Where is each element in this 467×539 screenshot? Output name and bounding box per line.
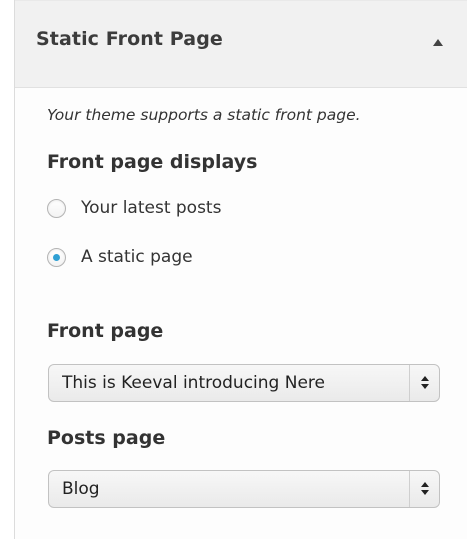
front-page-label: Front page [47, 320, 164, 342]
posts-page-select-value: Blog [62, 479, 100, 499]
radio-latest-posts-label[interactable]: Your latest posts [81, 198, 221, 218]
radio-static-page-icon[interactable] [47, 247, 66, 267]
collapse-arrow-icon[interactable] [433, 39, 443, 46]
radio-latest-posts-icon[interactable] [47, 198, 66, 218]
radio-option-latest-posts[interactable]: Your latest posts [47, 196, 221, 220]
front-page-select[interactable]: This is Keeval introducing Nere [48, 364, 440, 402]
front-page-select-value: This is Keeval introducing Nere [62, 373, 325, 393]
section-title: Static Front Page [36, 28, 223, 50]
select-arrows-icon [409, 365, 439, 401]
radio-static-page-label[interactable]: A static page [81, 247, 193, 267]
posts-page-label: Posts page [47, 427, 166, 449]
select-arrows-icon [409, 471, 439, 507]
posts-page-select[interactable]: Blog [48, 470, 440, 508]
radio-option-static-page[interactable]: A static page [47, 245, 193, 269]
static-front-page-section: Static Front Page Your theme supports a … [14, 0, 467, 539]
section-header[interactable]: Static Front Page [15, 0, 467, 88]
front-page-displays-heading: Front page displays [47, 151, 258, 173]
section-description: Your theme supports a static front page. [47, 106, 361, 124]
